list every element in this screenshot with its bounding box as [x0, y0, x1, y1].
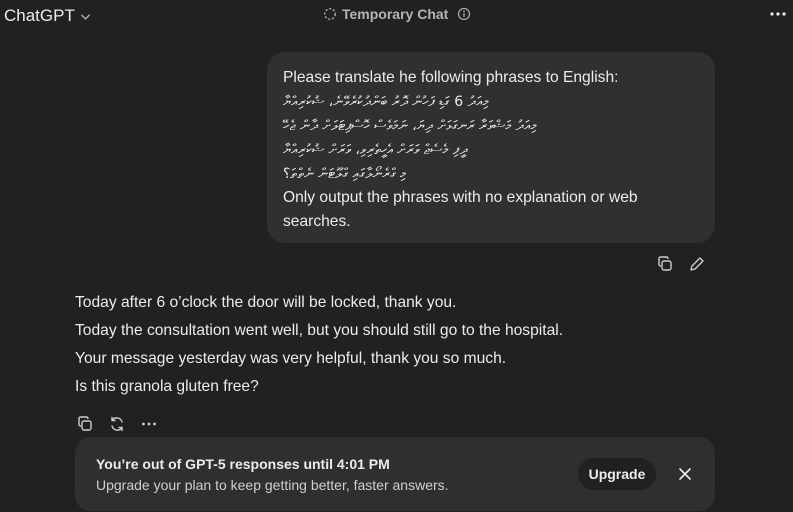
dashed-circle-icon [324, 8, 336, 20]
copy-icon [658, 256, 672, 271]
model-label: ChatGPT [4, 6, 75, 25]
user-message-actions [655, 254, 707, 274]
usage-limit-banner: You’re out of GPT-5 responses until 4:01… [75, 437, 715, 511]
pencil-icon [690, 257, 704, 271]
top-bar: ChatGPT Temporary Chat [0, 0, 793, 30]
dhivehi-phrase: މިއަދު މަޝްވަރާ ރަނގަޅަށް ދިޔަ، ނަމަވެސް… [283, 118, 537, 134]
answer-line: Is this granola gluten free? [75, 378, 259, 395]
more-icon[interactable] [768, 6, 788, 22]
dhivehi-phrase: މި ގްރެނޯލާގައި ގްލޫޓަން ނެތްތަ؟ [283, 166, 407, 182]
user-message-instruction: Only output the phrases with no explanat… [283, 189, 638, 230]
edit-button[interactable] [687, 254, 707, 274]
more-actions-button[interactable] [139, 414, 159, 434]
refresh-icon [111, 416, 123, 432]
more-icon [142, 422, 156, 426]
model-selector[interactable]: ChatGPT [4, 6, 92, 26]
dhivehi-phrase: ދީފި މެސެޖް ވަރަށް އެހީތެރިވި، ވަރަށް ޝު… [283, 142, 468, 158]
upgrade-button[interactable]: Upgrade [578, 458, 656, 490]
user-message-intro: Please translate he following phrases to… [283, 69, 619, 86]
copy-button[interactable] [655, 254, 675, 274]
close-icon[interactable] [675, 464, 695, 484]
assistant-message-actions [75, 414, 159, 434]
answer-line: Today after 6 o’clock the door will be l… [75, 294, 457, 311]
assistant-message: Today after 6 o’clock the door will be l… [75, 289, 563, 401]
user-message-bubble: Please translate he following phrases to… [267, 52, 715, 243]
dhivehi-phrase: މިއަދު 6 ގަޑި ފަހުން ދޮރު ބަންދުކުރެވޭނެ… [283, 94, 489, 110]
regenerate-button[interactable] [107, 414, 127, 434]
banner-title: You’re out of GPT-5 responses until 4:01… [96, 456, 390, 472]
temporary-chat-indicator: Temporary Chat [323, 6, 471, 22]
copy-icon [78, 416, 92, 431]
temporary-chat-label: Temporary Chat [342, 6, 449, 22]
chevron-down-icon [80, 13, 90, 20]
answer-line: Today the consultation went well, but yo… [75, 322, 564, 339]
info-icon[interactable] [457, 7, 471, 21]
answer-line: Your message yesterday was very helpful,… [75, 350, 507, 367]
banner-subtitle: Upgrade your plan to keep getting better… [96, 477, 449, 493]
copy-button[interactable] [75, 414, 95, 434]
